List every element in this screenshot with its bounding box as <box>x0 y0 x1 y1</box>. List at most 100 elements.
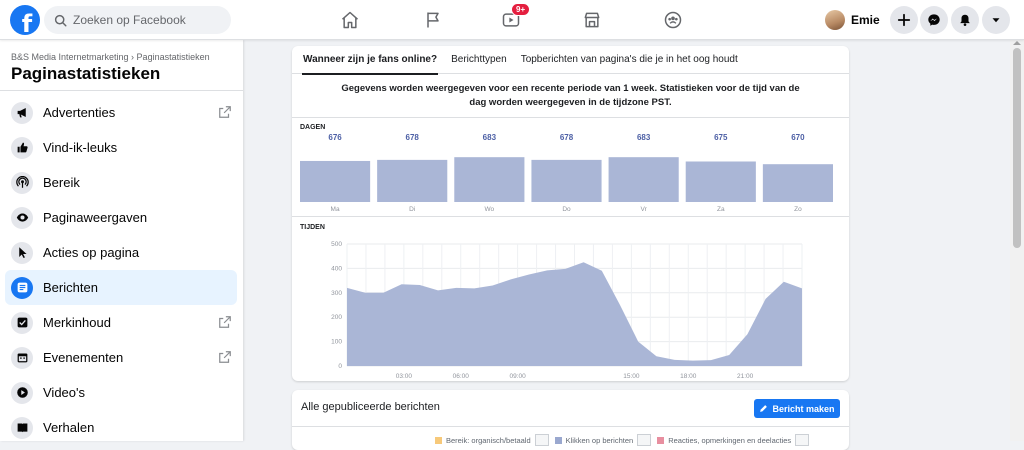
profile-button[interactable]: Emie <box>825 8 880 32</box>
posts-legend: Bereik: organisch/betaald Klikken op beri… <box>435 434 815 446</box>
sidebar-item-video-s[interactable]: Video's <box>5 375 237 410</box>
search-input[interactable] <box>73 13 223 27</box>
account-menu-button[interactable] <box>982 6 1010 34</box>
day-category-label: Za <box>717 206 725 213</box>
sidebar-item-label: Merkinhoud <box>43 315 111 330</box>
watch-nav-button[interactable]: 9+ <box>497 3 531 34</box>
pencil-icon <box>760 405 768 412</box>
sidebar-item-acties-op-pagina[interactable]: Acties op pagina <box>5 235 237 270</box>
external-link-icon <box>219 316 231 328</box>
sidebar-item-label: Acties op pagina <box>43 245 140 260</box>
times-area-chart: 0 100 200 300 400 500 03:00 06:00 09:00 15:00 18:0… <box>331 241 803 380</box>
create-post-button[interactable]: Bericht maken <box>754 399 840 418</box>
x-tick-label: 15:00 <box>623 373 640 380</box>
divider <box>292 426 849 427</box>
search-box[interactable] <box>44 6 231 34</box>
day-bar <box>685 161 756 202</box>
sidebar-item-label: Advertenties <box>43 105 116 120</box>
legend-dropdown[interactable] <box>637 434 652 446</box>
home-nav-button[interactable] <box>336 6 364 34</box>
sidebar-divider <box>0 90 243 91</box>
x-tick-label: 21:00 <box>737 373 754 380</box>
bell-icon <box>960 14 970 26</box>
messenger-icon <box>928 14 940 26</box>
facebook-logo[interactable]: f <box>10 5 40 35</box>
tab-post-types[interactable]: Berichttypen <box>444 46 514 74</box>
x-tick-label: 06:00 <box>453 373 470 380</box>
sidebar-item-advertenties[interactable]: Advertenties <box>5 95 237 130</box>
groups-icon <box>664 11 682 29</box>
day-category-label: Ma <box>331 206 340 213</box>
calendar-icon <box>11 346 33 369</box>
create-button[interactable] <box>890 6 918 34</box>
eye-icon <box>11 206 33 229</box>
legend-item[interactable]: Bereik: organisch/betaald <box>435 434 549 446</box>
sidebar-item-merkinhoud[interactable]: Merkinhoud <box>5 305 237 340</box>
sidebar-item-label: Berichten <box>43 280 98 295</box>
marketplace-nav-button[interactable] <box>578 6 606 34</box>
day-category-label: Zo <box>794 206 802 213</box>
avatar <box>825 10 845 30</box>
external-link-icon <box>219 351 231 363</box>
day-value-label: 678 <box>406 133 420 142</box>
megaphone-icon <box>11 101 33 124</box>
legend-label: Reacties, opmerkingen en deelacties <box>668 435 792 445</box>
messenger-button[interactable] <box>920 6 948 34</box>
legend-item[interactable]: Klikken op berichten <box>554 434 652 446</box>
tab-top-posts-watched-pages[interactable]: Topberichten van pagina's die je in het … <box>514 46 745 74</box>
period-description: Gegevens worden weergegeven voor een rec… <box>341 83 800 108</box>
sidebar-item-bereik[interactable]: Bereik <box>5 165 237 200</box>
sidebar-item-verhalen[interactable]: Verhalen <box>5 410 237 441</box>
day-bar <box>608 157 679 202</box>
y-tick-label: 300 <box>331 290 342 297</box>
notifications-button[interactable] <box>951 6 979 34</box>
divider <box>292 117 849 118</box>
legend-label: Bereik: organisch/betaald <box>446 435 531 445</box>
sidebar-item-vind-ik-leuks[interactable]: Vind-ik-leuks <box>5 130 237 165</box>
post-icon <box>11 276 33 299</box>
fans-online-card: Wanneer zijn je fans online? Berichttypen… <box>292 46 849 381</box>
scroll-up-arrow-icon[interactable] <box>1013 41 1021 45</box>
scrollbar-thumb[interactable] <box>1013 48 1021 248</box>
day-bar <box>454 157 525 202</box>
legend-item[interactable]: Reacties, opmerkingen en deelacties <box>657 434 810 446</box>
day-value-label: 675 <box>714 133 728 142</box>
sidebar-item-label: Paginaweergaven <box>43 210 148 225</box>
top-navigation-bar: f 9+ Emie <box>0 0 1024 40</box>
breadcrumb[interactable]: B&S Media Internetmarketing › Paginastat… <box>11 52 210 62</box>
sidebar-item-berichten[interactable]: Berichten <box>5 270 237 305</box>
plus-icon <box>897 13 911 27</box>
book-icon <box>11 416 33 439</box>
day-category-label: Wo <box>485 206 495 213</box>
legend-dropdown[interactable] <box>795 434 810 446</box>
day-bar <box>300 160 371 202</box>
legend-dropdown[interactable] <box>534 434 549 446</box>
sidebar-item-evenementen[interactable]: Evenementen <box>5 340 237 375</box>
day-value-label: 683 <box>637 133 651 142</box>
search-icon <box>54 14 67 27</box>
tab-fans-online[interactable]: Wanneer zijn je fans online? <box>296 46 444 75</box>
flag-icon <box>427 12 439 28</box>
legend-swatch <box>554 436 562 444</box>
days-bar-chart: 676 Ma 678 Di 683 Wo 678 Do 683 Vr 675 Za 670 Zo <box>300 133 833 213</box>
day-category-label: Do <box>562 206 571 213</box>
sidebar-menu: Advertenties Vind-ik-leuks Bereik Paginawee… <box>5 95 237 441</box>
y-tick-label: 100 <box>331 339 342 346</box>
posts-card-title: Alle gepubliceerde berichten <box>301 401 440 413</box>
sidebar-item-paginaweergaven[interactable]: Paginaweergaven <box>5 200 237 235</box>
sidebar-item-label: Verhalen <box>43 420 95 435</box>
divider <box>292 216 849 217</box>
y-tick-label: 500 <box>331 241 342 248</box>
x-tick-label: 09:00 <box>509 373 526 380</box>
day-value-label: 678 <box>560 133 574 142</box>
home-icon <box>342 11 358 29</box>
branded-content-icon <box>11 311 33 334</box>
sidebar-item-label: Vind-ik-leuks <box>43 140 118 155</box>
pages-nav-button[interactable] <box>419 6 447 34</box>
page-scrollbar[interactable] <box>1010 40 1024 441</box>
day-value-label: 676 <box>328 133 342 142</box>
marketplace-icon <box>584 12 600 28</box>
times-section-label: TIJDEN <box>300 224 325 231</box>
groups-nav-button[interactable] <box>659 6 687 34</box>
day-bar <box>531 159 602 202</box>
